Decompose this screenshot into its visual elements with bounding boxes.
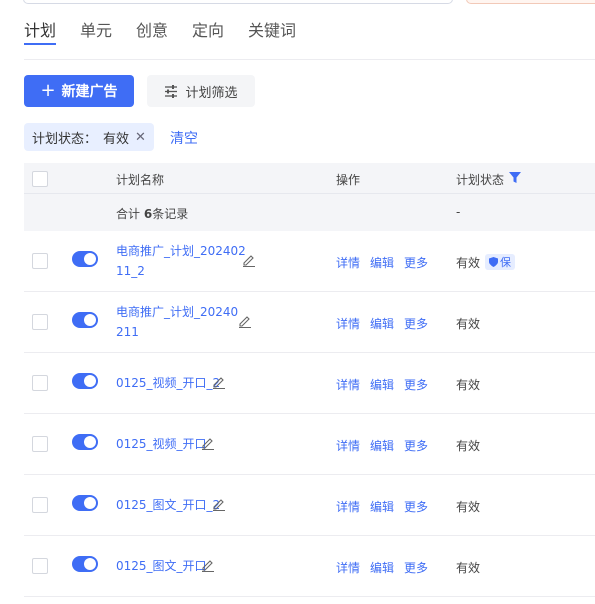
row-status: 有效: [456, 561, 481, 575]
more-link[interactable]: 更多: [404, 437, 428, 454]
table-header: 计划名称 操作 计划状态: [24, 163, 595, 194]
detail-link[interactable]: 详情: [336, 376, 360, 393]
guarantee-badge: 保: [485, 254, 515, 270]
plan-name-link[interactable]: 电商推广_计划_20240 211: [116, 302, 238, 342]
more-link[interactable]: 更多: [404, 254, 428, 271]
row-status: 有效: [456, 317, 481, 331]
status-filter-tag: 计划状态： 有效 ✕: [24, 123, 154, 151]
detail-link[interactable]: 详情: [336, 437, 360, 454]
edit-link[interactable]: 编辑: [370, 498, 394, 515]
plan-filter-label: 计划筛选: [185, 85, 238, 101]
plan-name-line2: 211: [116, 325, 139, 339]
plan-name-link[interactable]: 0125_视频_开口: [116, 434, 207, 454]
top-action-chip[interactable]: [466, 0, 595, 4]
sliders-icon: [165, 84, 178, 98]
more-link[interactable]: 更多: [404, 376, 428, 393]
guarantee-badge-label: 保: [500, 256, 511, 269]
plus-icon: +: [40, 80, 56, 101]
filter-tag-label: 计划状态：: [32, 131, 98, 147]
detail-link[interactable]: 详情: [336, 254, 360, 271]
plan-filter-button[interactable]: 计划筛选: [147, 75, 255, 107]
table-row: 0125_视频_开口 详情 编辑 更多 有效: [24, 414, 595, 475]
detail-link[interactable]: 详情: [336, 315, 360, 332]
edit-link[interactable]: 编辑: [370, 376, 394, 393]
table-row: 0125_视频_开口_2 详情 编辑 更多 有效: [24, 353, 595, 414]
plan-name-line2: 11_2: [116, 264, 145, 278]
edit-pencil-icon[interactable]: [212, 375, 226, 389]
more-link[interactable]: 更多: [404, 498, 428, 515]
plan-name-line1: 电商推广_计划_202402: [116, 244, 246, 258]
filter-funnel-icon[interactable]: [509, 172, 521, 184]
row-status-toggle[interactable]: [72, 312, 98, 328]
table-row: 0125_图文_开口 详情 编辑 更多 有效: [24, 536, 595, 597]
edit-link[interactable]: 编辑: [370, 437, 394, 454]
plan-table: 计划名称 操作 计划状态 合计 6条记录 - 电商推广_计划_202402 11…: [24, 163, 595, 597]
detail-link[interactable]: 详情: [336, 498, 360, 515]
edit-pencil-icon[interactable]: [212, 497, 226, 511]
plan-name-link[interactable]: 0125_图文_开口_2: [116, 495, 220, 515]
row-status-toggle[interactable]: [72, 373, 98, 389]
row-status: 有效: [456, 500, 481, 514]
table-row: 0125_图文_开口_2 详情 编辑 更多 有效: [24, 475, 595, 536]
plan-name-link[interactable]: 0125_视频_开口_2: [116, 373, 220, 393]
new-ad-label: 新建广告: [61, 84, 118, 100]
row-checkbox[interactable]: [32, 314, 48, 330]
edit-pencil-icon[interactable]: [201, 436, 215, 450]
row-checkbox[interactable]: [32, 497, 48, 513]
shield-icon: [489, 257, 498, 267]
summary-count: 6: [143, 207, 153, 221]
summary-text: 合计 6条记录: [116, 205, 188, 222]
plan-name-line1: 电商推广_计划_20240: [116, 305, 239, 319]
tab-plan[interactable]: 计划: [24, 17, 56, 41]
row-status-toggle[interactable]: [72, 495, 98, 511]
edit-link[interactable]: 编辑: [370, 315, 394, 332]
plan-name-link[interactable]: 电商推广_计划_202402 11_2: [116, 241, 246, 281]
row-status: 有效: [456, 439, 481, 453]
select-all-checkbox[interactable]: [32, 171, 48, 187]
table-row: 电商推广_计划_202402 11_2 详情 编辑 更多 有效 保: [24, 231, 595, 292]
row-status-toggle[interactable]: [72, 251, 98, 267]
row-checkbox[interactable]: [32, 558, 48, 574]
col-header-name: 计划名称: [116, 173, 165, 187]
row-status-toggle[interactable]: [72, 556, 98, 572]
row-checkbox[interactable]: [32, 253, 48, 269]
tab-bar: 计划 单元 创意 定向 关键词: [24, 14, 595, 60]
tab-targeting[interactable]: 定向: [192, 17, 224, 41]
row-status: 有效: [456, 256, 481, 270]
new-ad-button[interactable]: + 新建广告: [24, 75, 134, 107]
detail-link[interactable]: 详情: [336, 559, 360, 576]
edit-pencil-icon[interactable]: [238, 314, 252, 328]
filter-tag-value: 有效: [103, 131, 130, 147]
col-header-ops: 操作: [336, 173, 361, 187]
edit-pencil-icon[interactable]: [201, 558, 215, 572]
summary-row: 合计 6条记录 -: [24, 194, 595, 231]
tab-creative[interactable]: 创意: [136, 17, 168, 41]
active-tab-indicator: [24, 43, 56, 45]
summary-prefix: 合计: [116, 207, 141, 221]
top-search-field[interactable]: [23, 0, 453, 4]
row-checkbox[interactable]: [32, 436, 48, 452]
more-link[interactable]: 更多: [404, 315, 428, 332]
row-status-toggle[interactable]: [72, 434, 98, 450]
row-status: 有效: [456, 378, 481, 392]
edit-link[interactable]: 编辑: [370, 559, 394, 576]
tab-unit[interactable]: 单元: [80, 17, 112, 41]
edit-link[interactable]: 编辑: [370, 254, 394, 271]
more-link[interactable]: 更多: [404, 559, 428, 576]
table-row: 电商推广_计划_20240 211 详情 编辑 更多 有效: [24, 292, 595, 353]
col-header-status: 计划状态: [456, 173, 505, 187]
summary-status: -: [456, 205, 461, 219]
summary-suffix: 条记录: [152, 207, 189, 221]
close-icon[interactable]: ✕: [135, 130, 146, 145]
plan-name-link[interactable]: 0125_图文_开口: [116, 556, 207, 576]
clear-filters-link[interactable]: 清空: [170, 128, 198, 148]
row-checkbox[interactable]: [32, 375, 48, 391]
tab-keywords[interactable]: 关键词: [248, 17, 296, 41]
edit-pencil-icon[interactable]: [242, 253, 256, 267]
